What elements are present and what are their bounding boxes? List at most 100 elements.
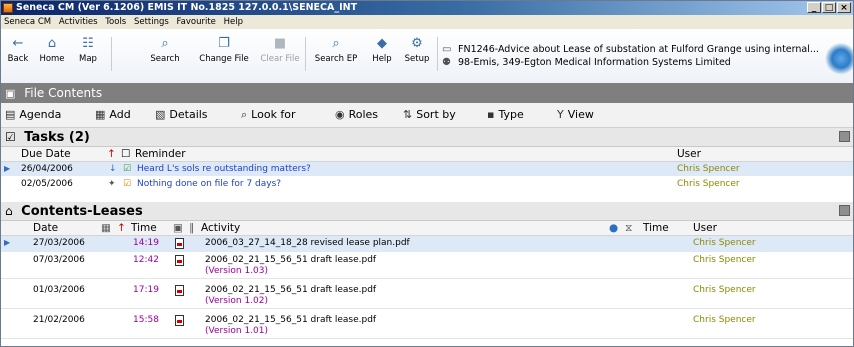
col-date[interactable]: Date <box>33 221 58 235</box>
details-action[interactable]: ▧ Details <box>155 103 208 127</box>
setup-button[interactable]: ⚙ Setup <box>401 36 433 65</box>
task-user: Chris Spencer <box>677 164 740 174</box>
clear-file-button[interactable]: ■ Clear File <box>257 36 303 65</box>
pdf-file-icon[interactable] <box>175 255 184 266</box>
map-label: Map <box>79 54 97 64</box>
close-button[interactable]: × <box>837 2 851 13</box>
tasks-collapse-button[interactable] <box>839 131 850 142</box>
agenda-action[interactable]: ▤ Agenda <box>5 103 61 127</box>
menu-tools[interactable]: Tools <box>105 17 126 27</box>
time-recorded-col-icon: ⧖ <box>625 222 633 234</box>
pdf-file-icon[interactable] <box>175 238 184 249</box>
contents-collapse-button[interactable] <box>839 205 850 216</box>
sort-by-label: Sort by <box>416 108 456 121</box>
back-button[interactable]: ← Back <box>5 36 31 65</box>
file-contents-icon: ▣ <box>5 87 16 100</box>
client-icon: ⚉ <box>442 57 451 68</box>
pdf-file-icon[interactable] <box>175 285 184 296</box>
setup-icon: ⚙ <box>411 36 423 51</box>
toolbar-separator <box>305 37 306 71</box>
low-priority-icon: ↓ <box>109 164 117 174</box>
search-ep-label: Search EP <box>314 54 358 64</box>
col-time-recorded[interactable]: Time <box>643 221 669 235</box>
search-label: Search <box>150 54 180 64</box>
contents-user: Chris Spencer <box>693 255 756 265</box>
view-icon: Y <box>557 108 564 121</box>
row-pointer-icon: ▶ <box>4 238 11 247</box>
contents-activity[interactable]: 2006_02_21_15_56_51 draft lease.pdf <box>205 315 376 325</box>
row-divider <box>1 278 853 279</box>
type-label: Type <box>498 108 524 121</box>
view-action[interactable]: Y View <box>557 103 594 127</box>
search-icon: ⌕ <box>161 36 169 51</box>
col-user[interactable]: User <box>693 221 717 235</box>
priority-col-icon[interactable]: ↑ <box>107 147 116 161</box>
attachment-col-icon: ▣ <box>173 222 183 234</box>
pdf-file-icon[interactable] <box>175 315 184 326</box>
minimize-button[interactable]: _ <box>807 2 821 13</box>
current-file-name[interactable]: FN1246-Advice about Lease of substation … <box>458 43 819 56</box>
toolbar-separator <box>437 37 438 71</box>
contents-version: (Version 1.03) <box>205 266 269 276</box>
change-file-icon: ❐ <box>218 36 230 51</box>
task-reminder[interactable]: Nothing done on file for 7 days? <box>137 177 281 191</box>
current-file-info: ▭ FN1246-Advice about Lease of substatio… <box>442 43 819 69</box>
task-row[interactable]: 02/05/2006 ✦ ☑ Nothing done on file for … <box>1 177 853 191</box>
tasks-title: Tasks (2) <box>24 130 90 145</box>
contents-version: (Version 1.02) <box>205 296 269 306</box>
contents-row[interactable]: ▶ 27/03/2006 14:19 2006_03_27_14_18_28 r… <box>1 236 853 252</box>
priority-col-icon[interactable]: ↑ <box>117 221 126 235</box>
look-for-action[interactable]: ⌕ Look for <box>241 103 296 127</box>
toolbar-separator <box>111 37 112 71</box>
sort-by-action[interactable]: ⇅ Sort by <box>403 103 456 127</box>
col-time[interactable]: Time <box>131 221 157 235</box>
file-contents-title: File Contents <box>24 86 103 100</box>
task-row[interactable]: ▶ 26/04/2006 ↓ ☑ Heard L's sols re outst… <box>1 162 853 176</box>
back-arrow-icon: ← <box>12 36 24 51</box>
col-due-date[interactable]: Due Date <box>21 147 71 161</box>
contents-column-header: Date ▦ ↑ Time ▣ ∥ Activity ● ⧖ Time User <box>1 221 853 236</box>
contents-activity[interactable]: 2006_02_21_15_56_51 draft lease.pdf <box>205 285 376 295</box>
roles-label: Roles <box>348 108 379 121</box>
type-action[interactable]: ▪ Type <box>487 103 524 127</box>
contents-time: 17:19 <box>133 285 159 295</box>
contents-time: 12:42 <box>133 255 159 265</box>
add-action[interactable]: ▦ Add <box>95 103 131 127</box>
contents-row[interactable]: 01/03/2006 17:19 2006_02_21_15_56_51 dra… <box>1 282 853 308</box>
search-ep-button[interactable]: ⌕ Search EP <box>309 37 363 65</box>
add-label: Add <box>109 108 131 121</box>
help-button[interactable]: ◆ Help <box>367 37 397 65</box>
roles-action[interactable]: ◉ Roles <box>335 103 378 127</box>
map-button[interactable]: ☷ Map <box>73 36 103 65</box>
clear-file-icon: ■ <box>273 36 287 51</box>
folder-icon: ▭ <box>442 44 452 55</box>
menu-settings[interactable]: Settings <box>134 17 169 27</box>
contents-row[interactable]: 21/02/2006 15:58 2006_02_21_15_56_51 dra… <box>1 312 853 338</box>
menu-favourite[interactable]: Favourite <box>177 17 216 27</box>
contents-user: Chris Spencer <box>693 238 756 248</box>
restore-button[interactable]: □ <box>822 2 836 13</box>
col-activity[interactable]: Activity <box>201 221 240 235</box>
contents-time: 15:58 <box>133 315 159 325</box>
contents-section-header[interactable]: ⌂ Contents-Leases <box>1 202 853 221</box>
search-button[interactable]: ⌕ Search <box>145 36 185 65</box>
action-bar: ▤ Agenda ▦ Add ▧ Details ⌕ Look for ◉ Roles ⇅… <box>1 103 853 128</box>
current-client-name[interactable]: 98-Emis, 349-Egton Medical Information S… <box>458 56 731 69</box>
change-file-button[interactable]: ❐ Change File <box>191 36 257 65</box>
reminder-col-icon: ☐ <box>121 148 131 160</box>
map-icon: ☷ <box>82 36 94 51</box>
contents-activity[interactable]: 2006_03_27_14_18_28 revised lease plan.p… <box>205 238 410 248</box>
menu-help[interactable]: Help <box>224 17 243 27</box>
col-user[interactable]: User <box>677 147 701 161</box>
check-icon: ☑ <box>123 164 132 174</box>
menu-seneca[interactable]: Seneca CM <box>4 17 51 27</box>
tasks-section-header[interactable]: ☑ Tasks (2) <box>1 128 853 147</box>
app-icon <box>3 3 13 13</box>
menu-activities[interactable]: Activities <box>59 17 98 27</box>
task-reminder[interactable]: Heard L's sols re outstanding matters? <box>137 162 311 176</box>
contents-row[interactable]: 07/03/2006 12:42 2006_02_21_15_56_51 dra… <box>1 252 853 278</box>
globe-col-icon: ● <box>609 222 619 234</box>
contents-activity[interactable]: 2006_02_21_15_56_51 draft lease.pdf <box>205 255 376 265</box>
home-button[interactable]: ⌂ Home <box>35 37 69 65</box>
col-reminder[interactable]: Reminder <box>135 147 186 161</box>
